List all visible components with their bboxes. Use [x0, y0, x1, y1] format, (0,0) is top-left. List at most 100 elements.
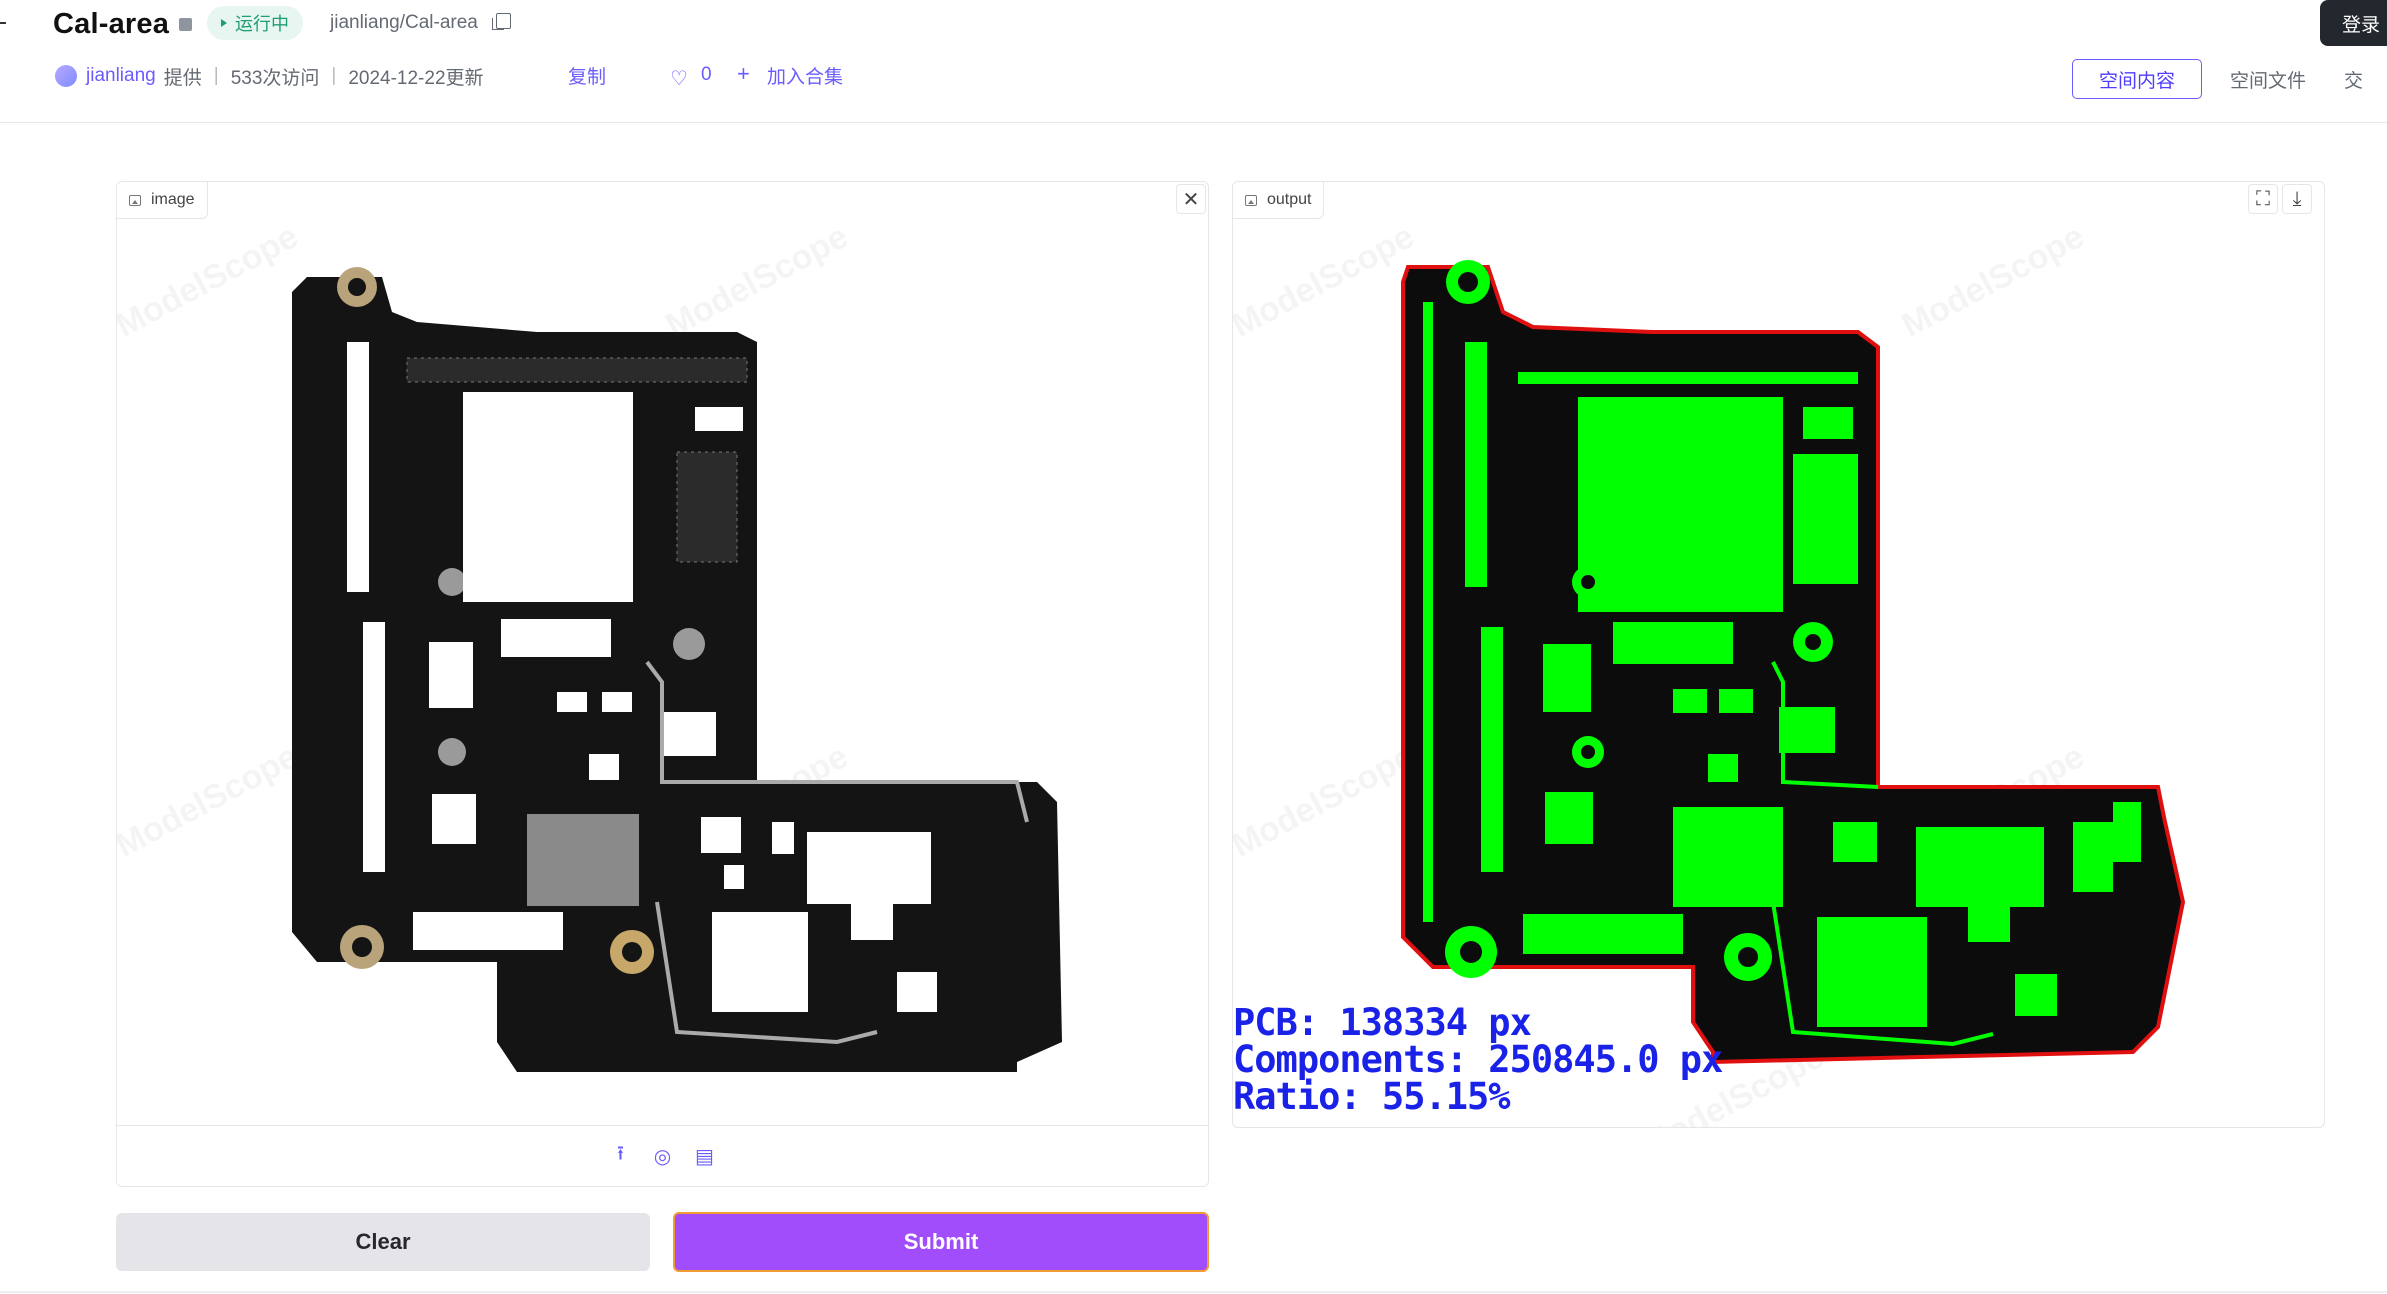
- status-badge: 运行中: [207, 6, 303, 40]
- component-mask-block: [1481, 627, 1503, 872]
- component-mask-block: [1708, 754, 1738, 782]
- mount-hole: [438, 738, 466, 766]
- input-toolbar: ⭱ ◎ ▤: [117, 1125, 1208, 1186]
- component-block: [557, 692, 587, 712]
- pcb-board-shape: [292, 277, 1062, 1072]
- component-mask-block: [1673, 689, 1707, 713]
- component-block: [701, 817, 741, 853]
- download-icon[interactable]: ⤓: [2282, 184, 2312, 214]
- output-label-text: output: [1267, 191, 1312, 208]
- input-image-panel[interactable]: image ✕ ModelScope ModelScope ModelScope…: [116, 181, 1209, 1187]
- component-mask-block: [1893, 962, 1921, 986]
- component-block: [712, 912, 808, 1012]
- component-mask-block: [1803, 407, 1853, 439]
- component-mask-block: [1793, 454, 1858, 584]
- play-icon: [221, 19, 227, 27]
- plus-icon[interactable]: +: [737, 61, 750, 87]
- component-block: [807, 832, 931, 904]
- copy-button[interactable]: 复制: [568, 62, 606, 89]
- hole-center: [1805, 634, 1821, 650]
- image-icon: [129, 194, 141, 206]
- clipboard-icon[interactable]: ▤: [693, 1144, 717, 1168]
- component-mask-block: [1779, 707, 1835, 753]
- component-block: [851, 902, 893, 940]
- meta-row: jianliang 提供 | 533次访问 | 2024-12-22更新: [55, 62, 484, 90]
- upload-icon[interactable]: ⭱: [609, 1143, 633, 1168]
- input-label-text: image: [151, 191, 195, 208]
- heart-icon[interactable]: ♡: [670, 66, 688, 91]
- component-block: [432, 794, 476, 844]
- divider: |: [213, 65, 219, 86]
- component-block: [695, 407, 743, 431]
- component-block: [602, 692, 632, 712]
- divider: |: [331, 65, 337, 86]
- ratio-text: Ratio: 55.15%: [1233, 1075, 1511, 1118]
- component-mask-block: [1968, 902, 2010, 942]
- component-mask-block: [1518, 372, 1858, 384]
- avatar[interactable]: [55, 65, 77, 87]
- mount-hole: [348, 278, 366, 296]
- components-area-text: Components: 250845.0 px: [1233, 1038, 1723, 1081]
- connector-pad-strip: [676, 451, 738, 563]
- component-mask-block: [1673, 807, 1783, 907]
- component-block: [589, 754, 619, 780]
- component-block: [501, 619, 611, 657]
- provided-label: 提供: [163, 67, 202, 89]
- add-collection-button[interactable]: 加入合集: [767, 62, 843, 89]
- component-mask-block: [1545, 792, 1593, 844]
- component-block: [413, 912, 563, 950]
- component-mask-block: [1613, 622, 1733, 664]
- input-panel-label: image: [117, 182, 208, 219]
- submit-button[interactable]: Submit: [673, 1212, 1209, 1272]
- output-image-panel: output ⛶ ⤓ ModelScope ModelScope ModelSc…: [1232, 181, 2325, 1128]
- component-block: [429, 642, 473, 708]
- tab-space-files[interactable]: 空间文件: [2202, 59, 2334, 99]
- clear-button[interactable]: Clear: [116, 1213, 650, 1271]
- component-block: [772, 822, 794, 854]
- component-mask-block: [1833, 822, 1877, 862]
- component-mask-block: [1523, 914, 1683, 954]
- component-block: [347, 342, 369, 592]
- status-text: 运行中: [235, 14, 289, 34]
- header-divider: [0, 122, 2387, 123]
- pcb-area-text: PCB: 138334 px: [1233, 1001, 1532, 1044]
- hole-center: [1458, 272, 1478, 292]
- login-button[interactable]: 登录: [2320, 0, 2387, 46]
- component-mask-block: [1916, 827, 2044, 907]
- space-title: Cal-area: [53, 8, 170, 40]
- fullscreen-icon[interactable]: ⛶: [2248, 184, 2278, 214]
- hole-center: [1738, 947, 1758, 967]
- copy-icon[interactable]: [492, 13, 511, 30]
- component-mask-block: [1543, 644, 1591, 712]
- component-mask-block: [2113, 802, 2141, 862]
- tab-more[interactable]: 交: [2334, 59, 2387, 99]
- component-mask-block: [2073, 822, 2113, 892]
- component-mask-block: [1423, 302, 1433, 922]
- pause-icon[interactable]: [179, 18, 192, 31]
- tab-space-content[interactable]: 空间内容: [2072, 59, 2202, 99]
- back-edge-mark: [0, 22, 6, 24]
- component-block: [724, 865, 744, 889]
- close-icon[interactable]: ✕: [1176, 184, 1206, 214]
- space-tabs: 空间内容 空间文件 交: [2072, 59, 2387, 99]
- mount-hole: [673, 628, 705, 660]
- component-mask-block: [1578, 397, 1783, 612]
- mount-hole: [352, 937, 372, 957]
- shield-can: [527, 814, 639, 906]
- input-pcb-image: [292, 267, 1062, 1072]
- output-mask-image: [1401, 260, 2186, 1065]
- visit-count: 533次访问: [230, 67, 320, 89]
- component-block: [897, 972, 937, 1012]
- component-block: [363, 622, 385, 872]
- author-link[interactable]: jianliang: [86, 65, 156, 87]
- connector-pad-strip: [406, 357, 748, 383]
- repo-path[interactable]: jianliang/Cal-area: [330, 12, 478, 34]
- updated-date: 2024-12-22更新: [348, 67, 484, 89]
- webcam-icon[interactable]: ◎: [651, 1144, 675, 1168]
- hole-center: [1460, 941, 1482, 963]
- component-mask-block: [2015, 974, 2057, 1016]
- component-block: [662, 712, 716, 756]
- mount-hole: [622, 942, 642, 962]
- hole-center: [1581, 575, 1595, 589]
- component-mask-block: [1465, 342, 1487, 587]
